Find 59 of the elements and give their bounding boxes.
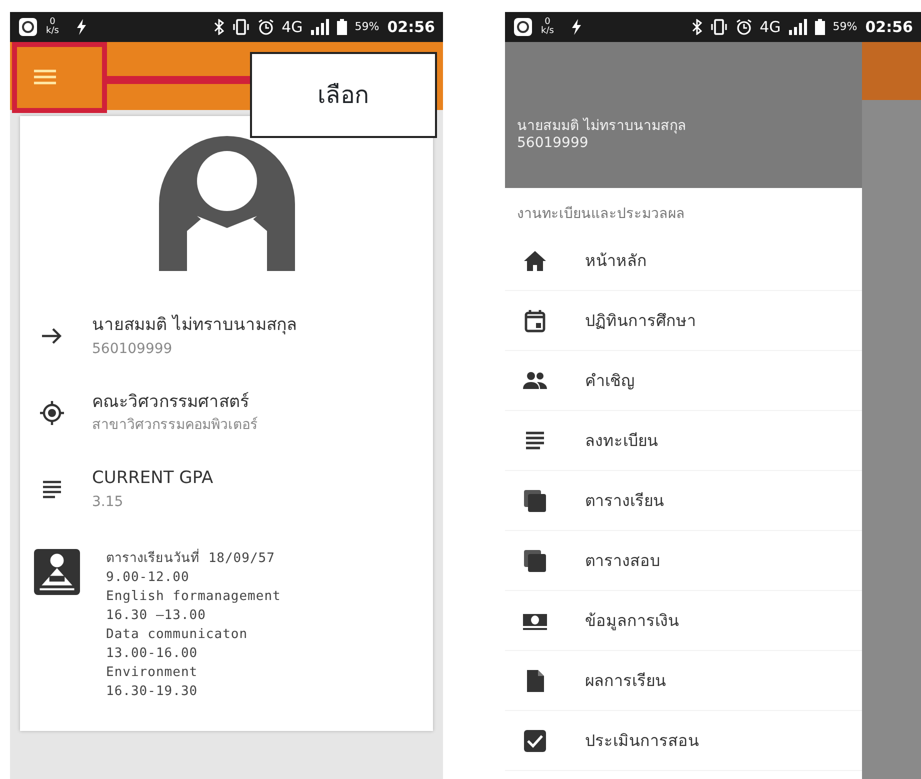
section-heading: งานทะเบียนและประมวลผล bbox=[516, 205, 686, 224]
drawer-menu-item[interactable]: คำเชิญ bbox=[505, 351, 862, 411]
speed-value: 0 bbox=[544, 18, 550, 27]
user-name: นายสมมติ ไม่ทราบนามสกุล bbox=[517, 118, 688, 135]
app-icon bbox=[18, 17, 38, 37]
drawer-menu-item[interactable]: ผลการเรียน bbox=[505, 651, 862, 711]
signal-icon bbox=[788, 19, 807, 35]
info-subtitle: สาขาวิศวกรรมคอมพิวเตอร์ bbox=[92, 416, 258, 435]
drawer-menu-item[interactable]: ข้อมูลการเงิน bbox=[505, 591, 862, 651]
drawer-menu-item[interactable]: ตารางสอบ bbox=[505, 531, 862, 591]
target-icon bbox=[40, 400, 64, 425]
schedule-line: 16.30-19.30 bbox=[106, 682, 199, 700]
info-subtitle: 3.15 bbox=[92, 492, 124, 512]
drawer-menu-item[interactable]: ปฏิทินการศึกษา bbox=[505, 291, 862, 351]
schedule-line: 16.30 –13.00 bbox=[106, 606, 207, 624]
student-reading-icon bbox=[34, 548, 80, 594]
stacked-squares-icon bbox=[523, 548, 547, 572]
clock-time: 02:56 bbox=[865, 16, 913, 38]
menu-icon bbox=[34, 68, 56, 85]
info-subtitle: 560109999 bbox=[92, 340, 174, 358]
network-type: 4G bbox=[760, 16, 781, 38]
lightning-icon bbox=[570, 19, 582, 35]
calendar-icon bbox=[523, 308, 547, 332]
clock-time: 02:56 bbox=[387, 16, 435, 38]
home-icon bbox=[523, 248, 547, 272]
lightning-icon bbox=[74, 19, 87, 35]
vibrate-icon bbox=[710, 19, 728, 35]
app-icon bbox=[513, 17, 533, 37]
info-title: นายสมมติ ไม่ทราบนามสกุล bbox=[92, 314, 296, 337]
schedule-line: 13.00-16.00 bbox=[106, 644, 199, 662]
speed-unit: k/s bbox=[46, 27, 59, 36]
drawer-menu-item[interactable]: หน้าหลัก bbox=[505, 231, 862, 291]
speed-value: 0 bbox=[50, 18, 56, 27]
battery-level: 59% bbox=[832, 18, 858, 35]
drawer-menu-item[interactable]: ประเมินการสอน bbox=[505, 711, 862, 771]
vibrate-icon bbox=[232, 19, 250, 35]
battery-icon bbox=[336, 19, 347, 35]
bluetooth-icon bbox=[214, 19, 224, 35]
info-title: CURRENT GPA bbox=[92, 467, 214, 490]
signal-icon bbox=[310, 19, 329, 35]
user-id: 56019999 bbox=[517, 135, 590, 152]
checkbox-icon bbox=[523, 728, 547, 752]
bluetooth-icon bbox=[692, 19, 702, 35]
battery-icon bbox=[814, 19, 825, 35]
network-type: 4G bbox=[282, 16, 303, 38]
callout-label: เลือก bbox=[250, 52, 437, 138]
info-title: คณะวิศวกรรมศาสตร์ bbox=[92, 390, 250, 414]
schedule-line: ตารางเรียนวันที่ 18/09/57 bbox=[106, 548, 276, 568]
alarm-icon bbox=[736, 19, 752, 35]
speed-unit: k/s bbox=[541, 27, 554, 36]
dimmed-toolbar bbox=[862, 42, 921, 100]
schedule-line: 9.00-12.00 bbox=[106, 568, 190, 586]
stacked-squares-icon bbox=[523, 488, 547, 512]
schedule-line: Environment bbox=[106, 664, 199, 682]
schedule-line: Data communicaton bbox=[106, 626, 249, 644]
schedule-line: English formanagement bbox=[106, 588, 281, 606]
battery-level: 59% bbox=[354, 18, 380, 35]
alarm-icon bbox=[258, 19, 274, 35]
drawer-menu-item[interactable]: ตารางเรียน bbox=[505, 471, 862, 531]
